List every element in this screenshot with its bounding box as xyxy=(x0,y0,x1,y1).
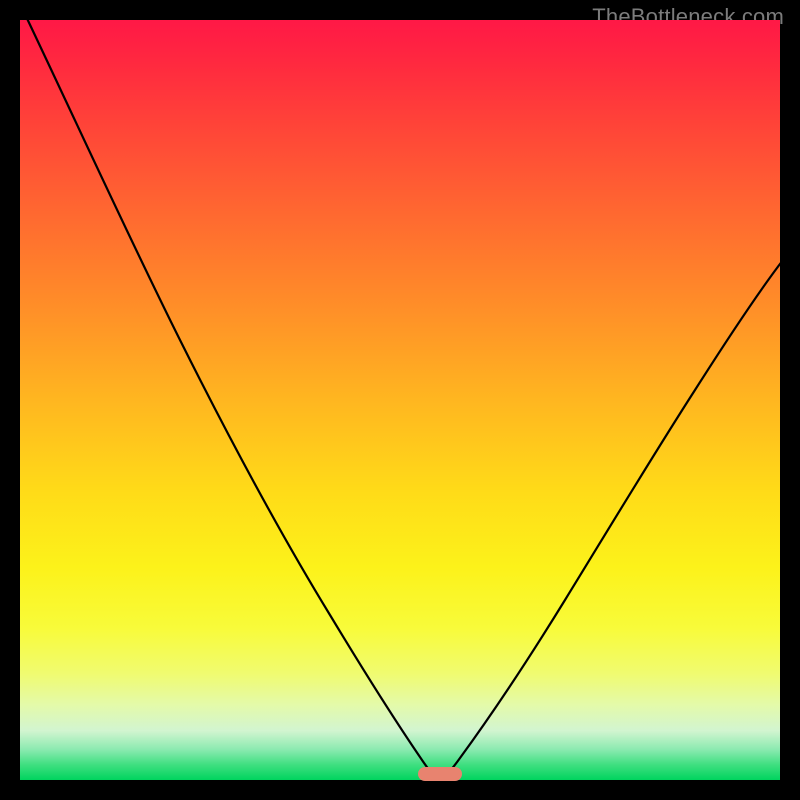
minimum-marker xyxy=(418,767,462,781)
curve-left xyxy=(23,10,440,780)
chart-frame: TheBottleneck.com xyxy=(0,0,800,800)
plot-area xyxy=(20,20,780,780)
bottleneck-curve xyxy=(20,20,780,780)
curve-right xyxy=(440,260,783,780)
